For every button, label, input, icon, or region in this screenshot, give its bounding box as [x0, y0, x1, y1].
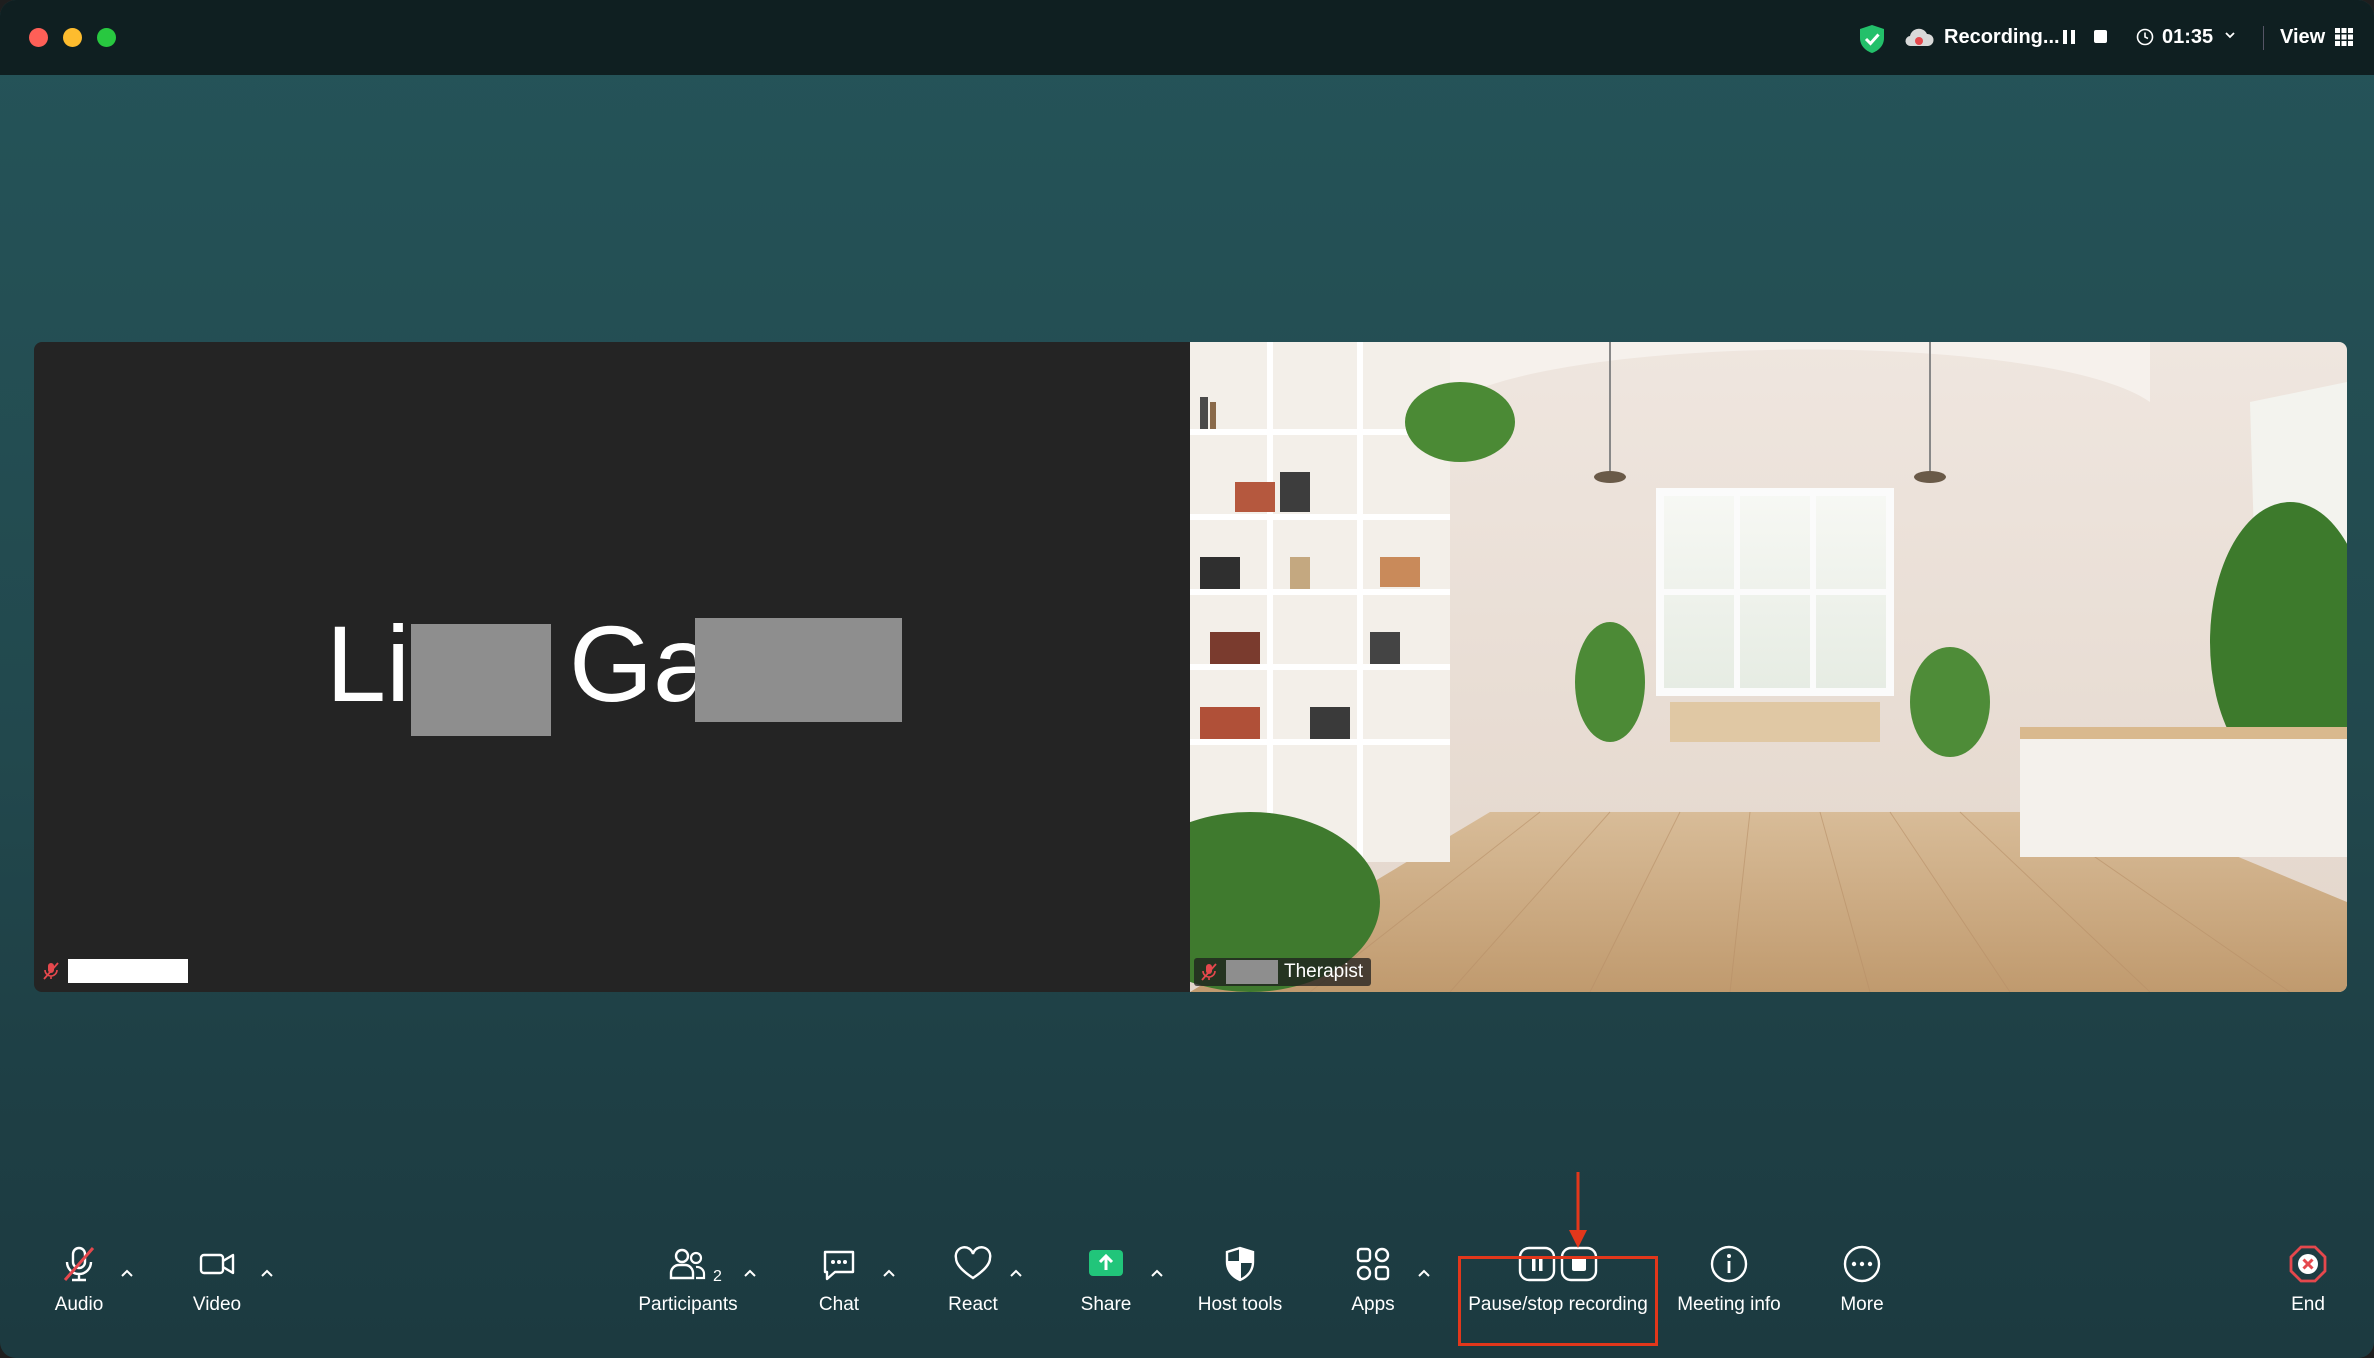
muted-mic-icon [43, 962, 59, 980]
participants-icon [669, 1248, 706, 1280]
video-button[interactable]: Video [182, 1230, 252, 1316]
apps-icon [1356, 1247, 1390, 1281]
participant-name-text: Ga [569, 603, 714, 724]
end-label: End [2291, 1294, 2325, 1315]
meeting-info-label: Meeting info [1677, 1294, 1781, 1315]
participant-name-tag [40, 958, 188, 984]
participants-label: Participants [638, 1294, 738, 1315]
zoom-window: Recording... 01:35 View Li Ga Therapist … [0, 0, 2374, 1358]
annotation-arrow [1569, 1172, 1587, 1248]
end-meeting-button[interactable]: End [2268, 1230, 2348, 1316]
chevron-up-icon[interactable] [258, 1266, 276, 1280]
chat-label: Chat [818, 1294, 860, 1315]
react-button[interactable]: React [933, 1230, 1013, 1316]
host-tools-button[interactable]: Host tools [1190, 1230, 1290, 1316]
title-bar: Recording... 01:35 View [0, 0, 2374, 75]
video-label: Video [192, 1294, 242, 1315]
meeting-toolbar: Audio Video Participants 2 Chat React Sh… [0, 1230, 2374, 1358]
audio-button[interactable]: Audio [44, 1230, 114, 1316]
chevron-down-icon[interactable] [2223, 28, 2237, 42]
chat-button[interactable]: Chat [800, 1230, 878, 1316]
chevron-up-icon[interactable] [741, 1266, 759, 1280]
audio-label: Audio [54, 1294, 104, 1315]
stop-icon[interactable] [2094, 30, 2107, 43]
view-button[interactable]: View [2280, 26, 2325, 49]
more-dots-icon [1843, 1245, 1881, 1283]
annotation-highlight-box [1458, 1256, 1658, 1346]
participants-button[interactable]: Participants [628, 1230, 748, 1316]
grid-icon[interactable] [2334, 27, 2354, 47]
zoom-window-button[interactable] [97, 28, 116, 47]
participants-count: 2 [713, 1268, 722, 1285]
apps-button[interactable]: Apps [1333, 1230, 1413, 1316]
clock-icon [2136, 28, 2154, 46]
redaction-box [68, 959, 188, 983]
pause-icon[interactable] [2062, 29, 2076, 45]
meeting-timer[interactable]: 01:35 [2162, 26, 2213, 49]
chevron-up-icon[interactable] [880, 1266, 898, 1280]
participant-name-tag: Therapist [1194, 958, 1372, 986]
heart-icon [954, 1246, 992, 1280]
muted-mic-icon [63, 1246, 95, 1282]
redaction-box [695, 618, 902, 722]
end-close-icon [2289, 1245, 2327, 1283]
participant-tile-right[interactable]: Therapist [1190, 342, 2347, 992]
share-screen-icon [1089, 1250, 1123, 1276]
muted-mic-icon [1201, 963, 1217, 981]
meeting-info-button[interactable]: Meeting info [1669, 1230, 1789, 1316]
chevron-up-icon[interactable] [1148, 1266, 1166, 1280]
cloud-record-icon[interactable] [1903, 26, 1935, 50]
more-button[interactable]: More [1822, 1230, 1902, 1316]
participant-name-text: Li [326, 603, 411, 724]
video-camera-icon [199, 1253, 235, 1275]
more-label: More [1840, 1294, 1884, 1315]
host-tools-label: Host tools [1197, 1294, 1283, 1315]
info-icon [1710, 1245, 1748, 1283]
divider [2263, 26, 2264, 50]
redaction-box [1226, 960, 1278, 984]
chevron-up-icon[interactable] [1415, 1266, 1433, 1280]
apps-label: Apps [1351, 1294, 1395, 1315]
chevron-up-icon[interactable] [1007, 1266, 1025, 1280]
share-button[interactable]: Share [1066, 1230, 1146, 1316]
shield-check-icon[interactable] [1858, 24, 1886, 54]
close-window-button[interactable] [29, 28, 48, 47]
minimize-window-button[interactable] [63, 28, 82, 47]
redaction-box [411, 624, 551, 736]
participant-tile-left[interactable]: Li Ga [34, 342, 1190, 992]
chevron-up-icon[interactable] [118, 1266, 136, 1280]
participant-name-label: Therapist [1284, 961, 1364, 982]
react-label: React [948, 1294, 998, 1315]
shield-icon [1225, 1246, 1255, 1282]
share-label: Share [1080, 1294, 1132, 1315]
recording-status[interactable]: Recording... [1944, 26, 2060, 49]
video-feed-image [1190, 342, 2347, 992]
chat-bubble-icon [823, 1250, 855, 1281]
